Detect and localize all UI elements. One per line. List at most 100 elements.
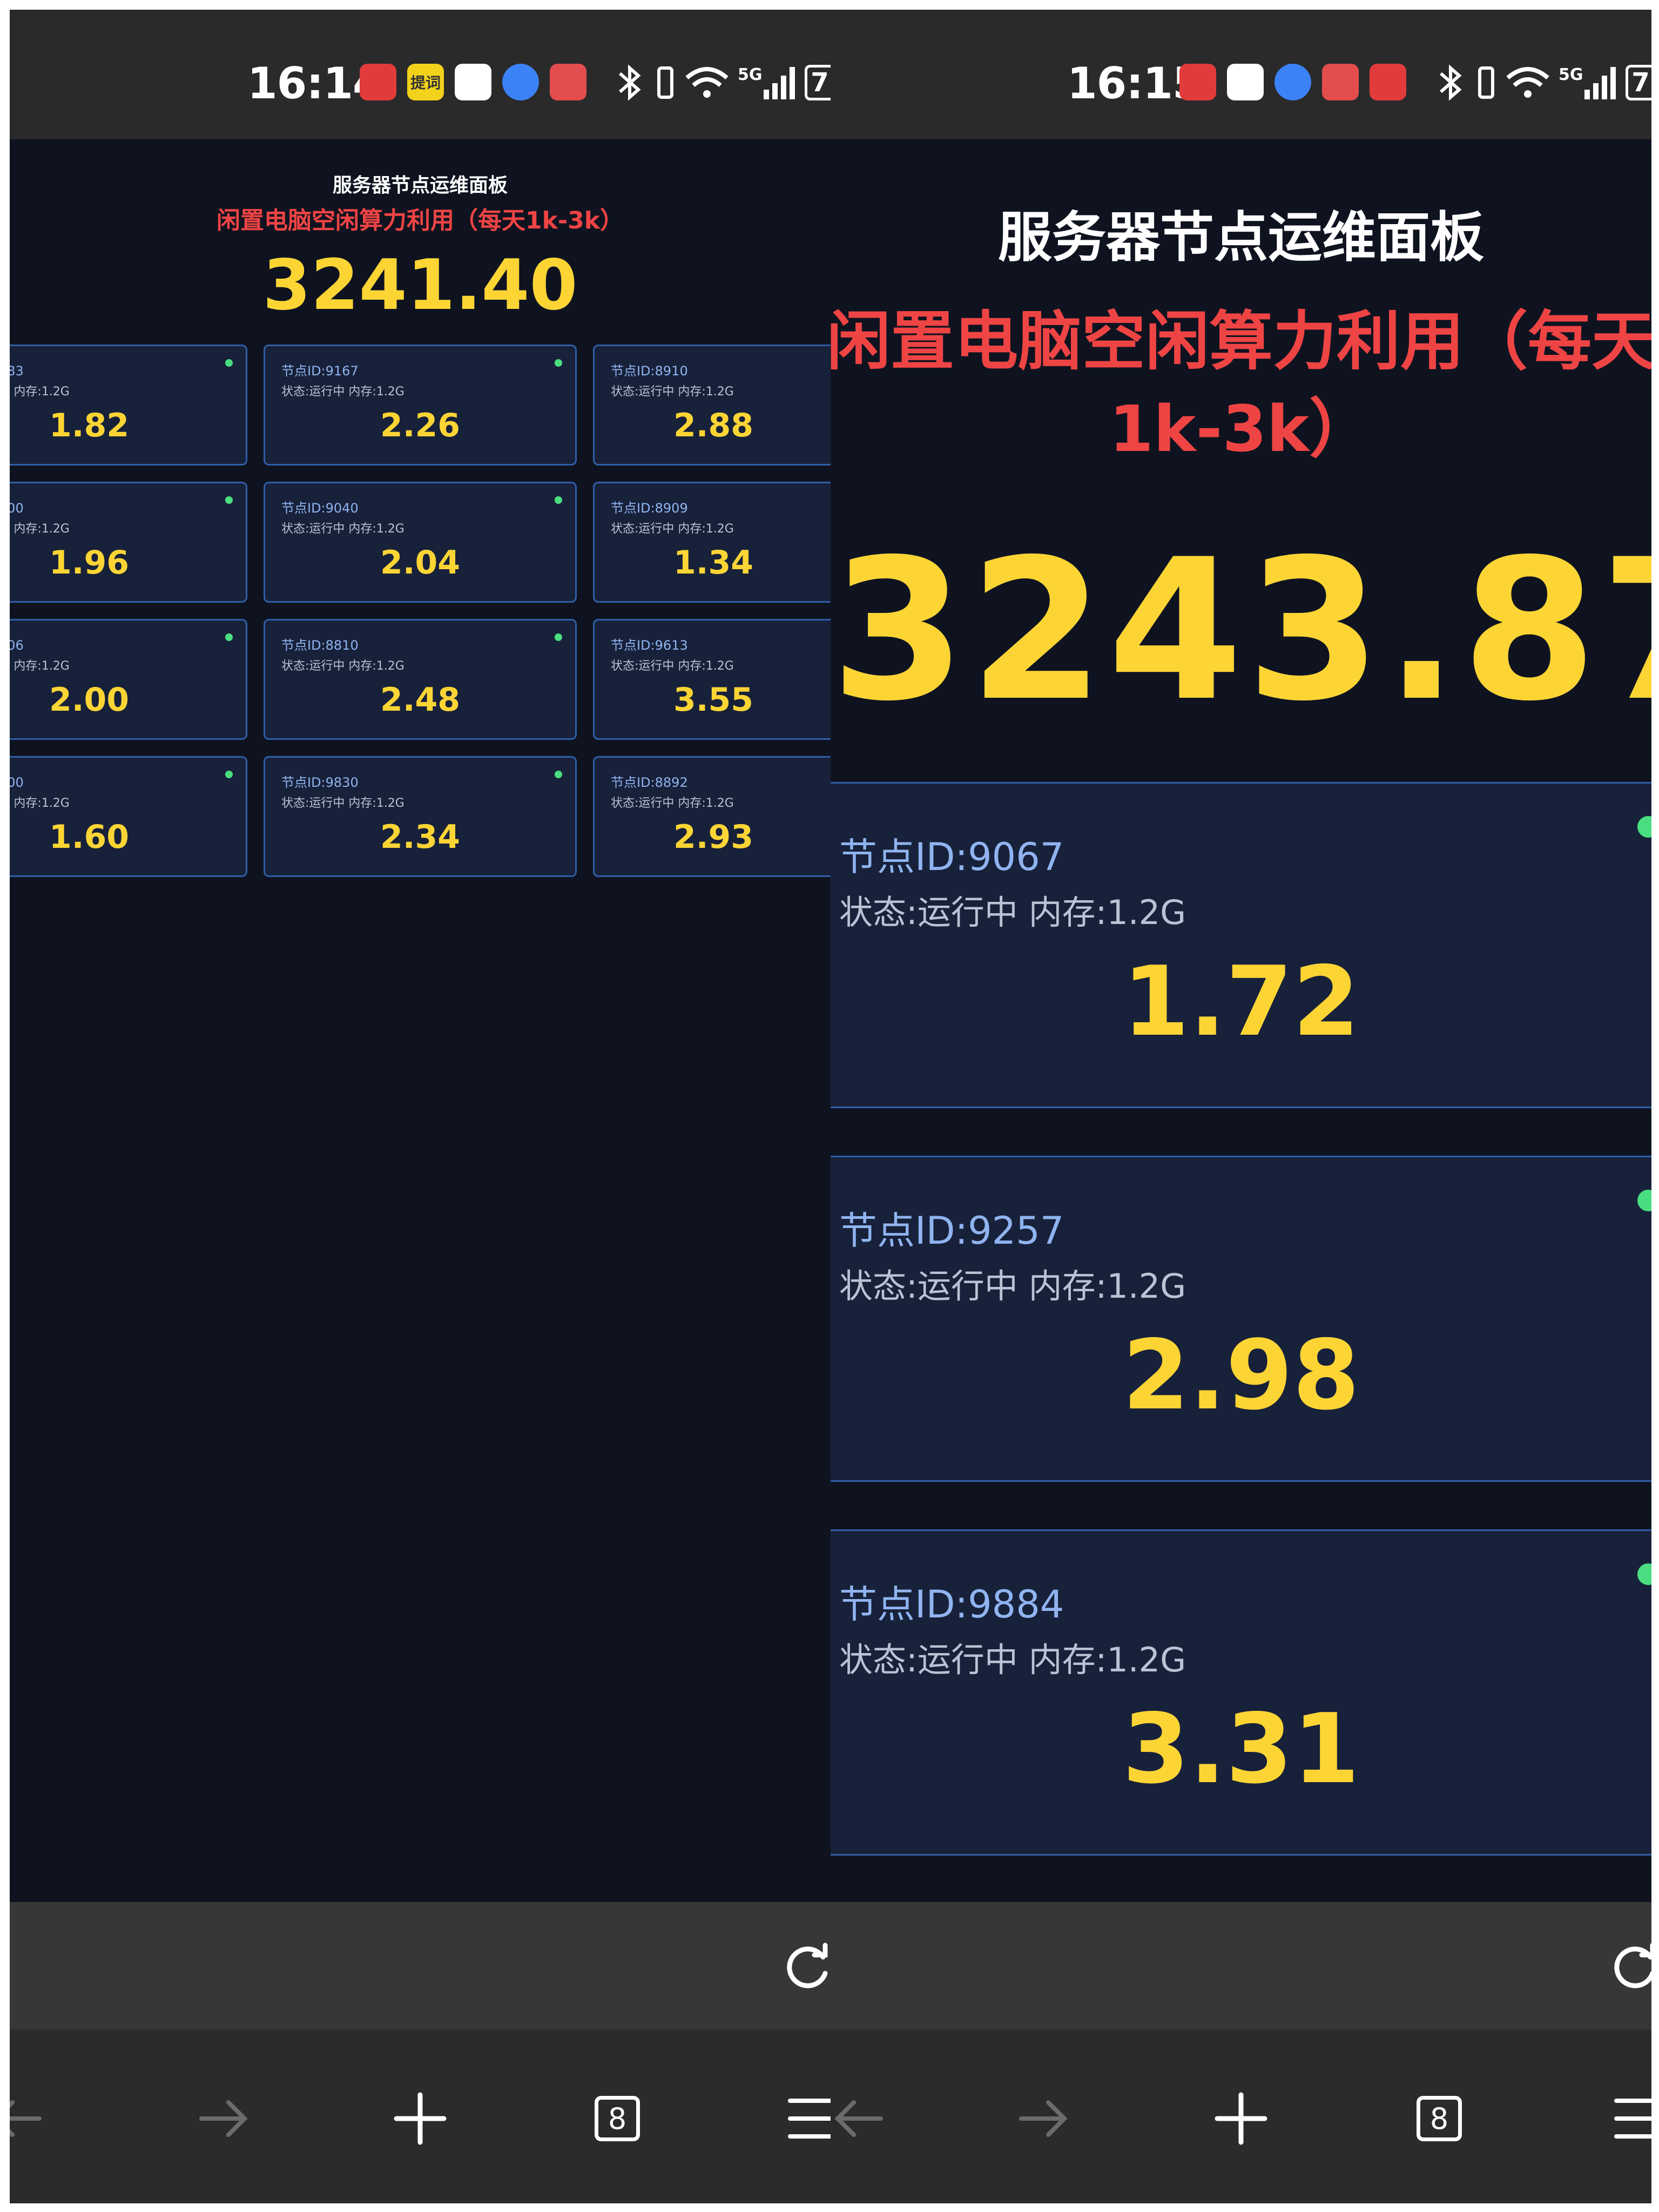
online-indicator [225,771,233,778]
node-card[interactable]: 节点ID:8910 状态:运行中 内存:1.2G 2.88 [593,345,831,466]
vibrate-icon [657,66,673,99]
back-button[interactable] [10,2089,48,2148]
node-value: 1.60 [49,818,130,856]
wifi-icon [1506,67,1549,98]
online-indicator [225,496,233,504]
back-icon [834,2100,883,2137]
bluetooth-icon [619,64,641,101]
online-indicator [1637,816,1651,838]
page-subtitle-line2: 1k-3k） [1109,392,1373,466]
node-status: 状态:运行中 内存:1.2G [839,1640,1186,1680]
menu-icon [788,2099,831,2139]
new-tab-button[interactable] [1211,2089,1271,2148]
node-status: 状态:运行中 内存:1.2G [281,659,404,673]
node-status: 状态:运行中 内存:1.2G [10,797,70,810]
node-card[interactable]: 节点ID:9613 状态:运行中 内存:1.2G 3.55 [593,619,831,740]
bluetooth-icon [1440,64,1462,101]
node-status: 状态:运行中 内存:1.2G [839,893,1186,932]
svg-text:5G: 5G [1559,65,1583,84]
forward-button[interactable] [193,2089,253,2148]
node-id: 节点ID:9083 [10,363,24,379]
battery-icon: 7 [805,65,831,100]
node-status: 状态:运行中 内存:1.2G [611,522,734,536]
browser-navbar: 8 [831,2029,1651,2203]
node-card[interactable]: 节点ID:8892 状态:运行中 内存:1.2G 2.93 [593,756,831,877]
node-value: 2.04 [380,544,461,582]
status-system-icons: 5G 7 [615,64,831,102]
node-card[interactable]: 节点ID:9257 状态:运行中 内存:1.2G 2.98 [831,1156,1651,1482]
node-card[interactable]: 节点ID:9000 状态:运行中 内存:1.2G 1.96 [10,482,247,603]
node-value: 2.00 [49,681,130,719]
online-indicator [555,359,562,367]
online-indicator [225,633,233,641]
node-value: 1.72 [1122,946,1360,1057]
online-indicator [1637,1563,1651,1585]
app-icon: 提词 [407,64,444,100]
online-indicator [1637,1190,1651,1211]
node-value: 2.48 [380,681,461,719]
node-id: 节点ID:9006 [10,638,24,653]
node-card[interactable]: 节点ID:9167 状态:运行中 内存:1.2G 2.26 [264,345,577,466]
dashboard-page: 服务器节点运维面板 闲置电脑空闲算力利用（每天 1k-3k） 3243.87 节… [831,139,1651,1902]
total-earnings: 3243.87 [831,517,1651,744]
node-card[interactable]: 节点ID:9083 状态:运行中 内存:1.2G 1.82 [10,345,247,466]
node-card[interactable]: 节点ID:9884 状态:运行中 内存:1.2G 3.31 [831,1529,1651,1856]
node-id: 节点ID:9067 [839,835,1064,879]
node-status: 状态:运行中 内存:1.2G [281,797,404,810]
wifi-icon [685,67,729,98]
online-indicator [225,359,233,367]
node-id: 节点ID:9040 [281,501,359,516]
browser-icon [502,64,539,100]
menu-button[interactable] [782,2089,831,2148]
address-bar[interactable] [831,1902,1651,2029]
node-card[interactable]: 节点ID:8810 状态:运行中 内存:1.2G 2.48 [264,619,577,740]
node-id: 节点ID:9000 [10,775,24,790]
node-value: 2.98 [1122,1319,1360,1431]
battery-icon: 7 [1626,65,1651,100]
dashboard-page: 服务器节点运维面板 闲置电脑空闲算力利用（每天1k-3k） 3241.40 节点… [10,139,831,1902]
vibrate-icon [1478,66,1494,99]
node-status: 状态:运行中 内存:1.2G [611,385,734,399]
node-card[interactable]: 节点ID:9830 状态:运行中 内存:1.2G 2.34 [264,756,577,877]
svg-text:5G: 5G [738,65,763,84]
node-card[interactable]: 节点ID:9000 状态:运行中 内存:1.2G 1.60 [10,756,247,877]
node-id: 节点ID:9257 [839,1209,1064,1253]
new-tab-button[interactable] [390,2089,450,2148]
browser-icon [1274,64,1311,100]
page-title: 服务器节点运维面板 [332,174,508,197]
status-app-icons [1179,64,1406,100]
node-card[interactable]: 节点ID:9040 状态:运行中 内存:1.2G 2.04 [264,482,577,603]
node-status: 状态:运行中 内存:1.2G [10,522,70,536]
node-value: 2.26 [380,407,461,444]
qq-icon [455,64,491,100]
forward-icon [1019,2100,1068,2137]
node-status: 状态:运行中 内存:1.2G [281,385,404,399]
node-value: 2.93 [673,818,754,856]
forward-icon [199,2100,248,2137]
node-status: 状态:运行中 内存:1.2G [611,659,734,673]
node-value: 1.34 [673,544,754,582]
node-id: 节点ID:9613 [611,638,688,653]
node-card[interactable]: 节点ID:9067 状态:运行中 内存:1.2G 1.72 [831,782,1651,1108]
reload-icon[interactable] [781,1941,831,1993]
address-bar[interactable] [10,1902,831,2029]
back-button[interactable] [831,2089,889,2148]
node-id: 节点ID:8910 [611,363,688,379]
forward-button[interactable] [1013,2089,1073,2148]
new-tab-icon [394,2092,447,2145]
node-card[interactable]: 节点ID:8909 状态:运行中 内存:1.2G 1.34 [593,482,831,603]
node-value: 3.55 [673,681,754,719]
menu-button[interactable] [1608,2089,1651,2148]
left-screenshot: 16:14 提词 5G 7 服务器节点运维面板 闲置电脑空闲算力利用（每天1k-… [10,10,831,2203]
tabs-icon: 8 [1417,2096,1462,2141]
node-status: 状态:运行中 内存:1.2G [839,1266,1186,1306]
node-card[interactable]: 节点ID:9006 状态:运行中 内存:1.2G 2.00 [10,619,247,740]
tabs-button[interactable]: 8 [1410,2089,1469,2148]
node-value: 1.96 [49,544,130,582]
page-subtitle-line1: 闲置电脑空闲算力利用（每天 [831,304,1651,379]
new-tab-icon [1215,2092,1267,2145]
reload-icon[interactable] [1608,1941,1651,1993]
reader-icon [1322,64,1359,100]
tabs-button[interactable]: 8 [588,2089,647,2148]
node-id: 节点ID:8909 [611,501,688,516]
